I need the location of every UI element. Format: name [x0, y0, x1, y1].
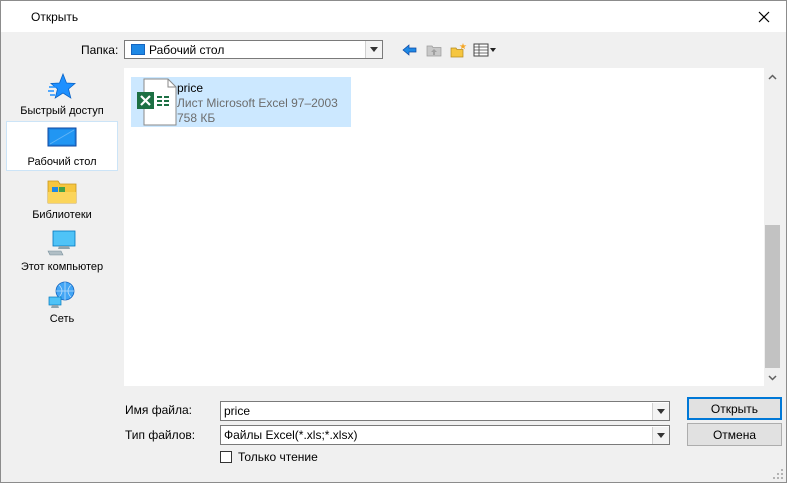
up-folder-button[interactable]: [424, 41, 444, 59]
file-name: price: [177, 81, 204, 95]
computer-icon: [47, 228, 77, 258]
places-bar: Быстрый доступ Рабочий стол Библиотеки Э…: [6, 69, 119, 349]
folder-current: Рабочий стол: [149, 42, 225, 57]
place-libraries[interactable]: Библиотеки: [6, 173, 118, 223]
scroll-down-button[interactable]: [764, 369, 781, 386]
folder-label: Папка:: [81, 43, 119, 57]
quick-access-star-icon: [47, 72, 77, 102]
filename-label: Имя файла:: [125, 403, 192, 417]
new-folder-button[interactable]: [448, 41, 468, 59]
view-menu-button[interactable]: [472, 41, 498, 59]
filename-combo[interactable]: price: [220, 401, 670, 421]
cancel-button[interactable]: Отмена: [687, 423, 782, 446]
excel-file-icon: [131, 77, 177, 127]
readonly-checkbox[interactable]: [220, 451, 232, 463]
file-size: 758 КБ: [177, 111, 216, 125]
place-quick-access[interactable]: Быстрый доступ: [6, 69, 118, 119]
chevron-down-icon: [657, 408, 665, 414]
folder-toolbar: [400, 41, 498, 59]
folder-dropdown[interactable]: Рабочий стол: [124, 40, 383, 59]
chevron-up-icon: [768, 73, 777, 80]
back-button[interactable]: [400, 41, 420, 59]
folder-dropdown-button[interactable]: [365, 41, 382, 58]
filename-input[interactable]: price: [221, 404, 652, 418]
file-item[interactable]: price Лист Microsoft Excel 97–2003 758 К…: [131, 77, 351, 127]
close-icon: [758, 11, 770, 22]
open-button[interactable]: Открыть: [687, 397, 782, 420]
place-label-quick-access: Быстрый доступ: [20, 105, 104, 117]
title-bar: Открыть: [1, 1, 786, 32]
file-details: price Лист Microsoft Excel 97–2003 758 К…: [177, 77, 338, 127]
desktop-small-icon: [131, 44, 145, 55]
chevron-down-icon: [657, 432, 665, 438]
resize-grip-icon[interactable]: [772, 468, 784, 480]
place-this-pc[interactable]: Этот компьютер: [6, 225, 118, 275]
network-icon: [47, 280, 77, 310]
filename-dropdown-button[interactable]: [652, 402, 669, 420]
filetype-dropdown-button[interactable]: [652, 426, 669, 444]
back-arrow-icon: [402, 44, 417, 56]
chevron-down-icon: [768, 374, 777, 381]
filetype-value: Файлы Excel(*.xls;*.xlsx): [224, 428, 358, 442]
place-desktop[interactable]: Рабочий стол: [6, 121, 118, 171]
new-folder-icon: [450, 42, 466, 57]
open-file-dialog: Открыть Папка: Рабочий стол Быстрый дост…: [0, 0, 787, 483]
view-menu-icon: [473, 43, 496, 57]
filetype-combo[interactable]: Файлы Excel(*.xls;*.xlsx): [220, 425, 670, 445]
readonly-option: Только чтение: [220, 450, 318, 464]
place-network[interactable]: Сеть: [6, 277, 118, 327]
desktop-icon: [47, 123, 77, 153]
up-folder-icon: [426, 45, 442, 57]
place-label-libraries: Библиотеки: [32, 209, 92, 221]
chevron-down-icon: [370, 47, 378, 52]
place-label-network: Сеть: [49, 313, 75, 325]
scroll-up-button[interactable]: [764, 68, 781, 85]
readonly-label: Только чтение: [238, 450, 318, 464]
filetype-label: Тип файлов:: [125, 428, 196, 442]
close-button[interactable]: [742, 1, 786, 32]
file-list[interactable]: price Лист Microsoft Excel 97–2003 758 К…: [124, 68, 781, 386]
dialog-title: Открыть: [31, 10, 79, 24]
place-label-desktop: Рабочий стол: [27, 156, 97, 168]
scroll-thumb[interactable]: [765, 225, 780, 368]
place-label-this-pc: Этот компьютер: [20, 261, 104, 273]
vertical-scrollbar[interactable]: [764, 68, 781, 386]
file-type: Лист Microsoft Excel 97–2003: [177, 96, 338, 110]
libraries-icon: [47, 176, 77, 206]
